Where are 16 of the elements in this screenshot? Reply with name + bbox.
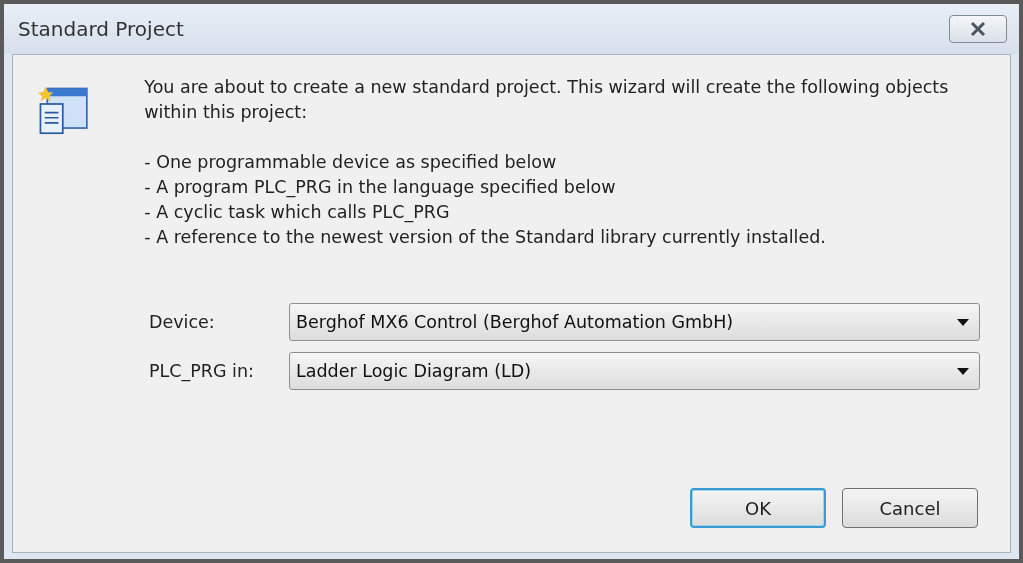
close-icon (969, 21, 987, 37)
field-label: PLC_PRG in: (149, 361, 255, 381)
intro-text: You are about to create a new standard project. This wizard will create the following objects within this project: (144, 76, 950, 124)
window-title: Standard Project (18, 17, 184, 41)
bullet-item: - A cyclic task which calls PLC_PRG (144, 201, 451, 225)
dialog-button[interactable]: Cancel (842, 488, 978, 528)
dropdown-field[interactable]: Ladder Logic Diagram (LD) (289, 352, 980, 390)
field-label: Device: (149, 312, 216, 332)
caret-icon (957, 367, 969, 375)
dropdown-field[interactable]: Berghof MX6 Control (Berghof Automation GmbH) (289, 303, 980, 341)
bullet-item: - A reference to the newest version of the Standard library currently installed. (144, 226, 827, 249)
bullet-item: - A program PLC_PRG in the language specified below (144, 176, 617, 200)
caret-icon (957, 318, 969, 326)
bullet-item: - One programmable device as specified below (144, 151, 558, 174)
close-button[interactable] (949, 15, 1007, 43)
dialog-button[interactable]: OK (690, 488, 826, 528)
